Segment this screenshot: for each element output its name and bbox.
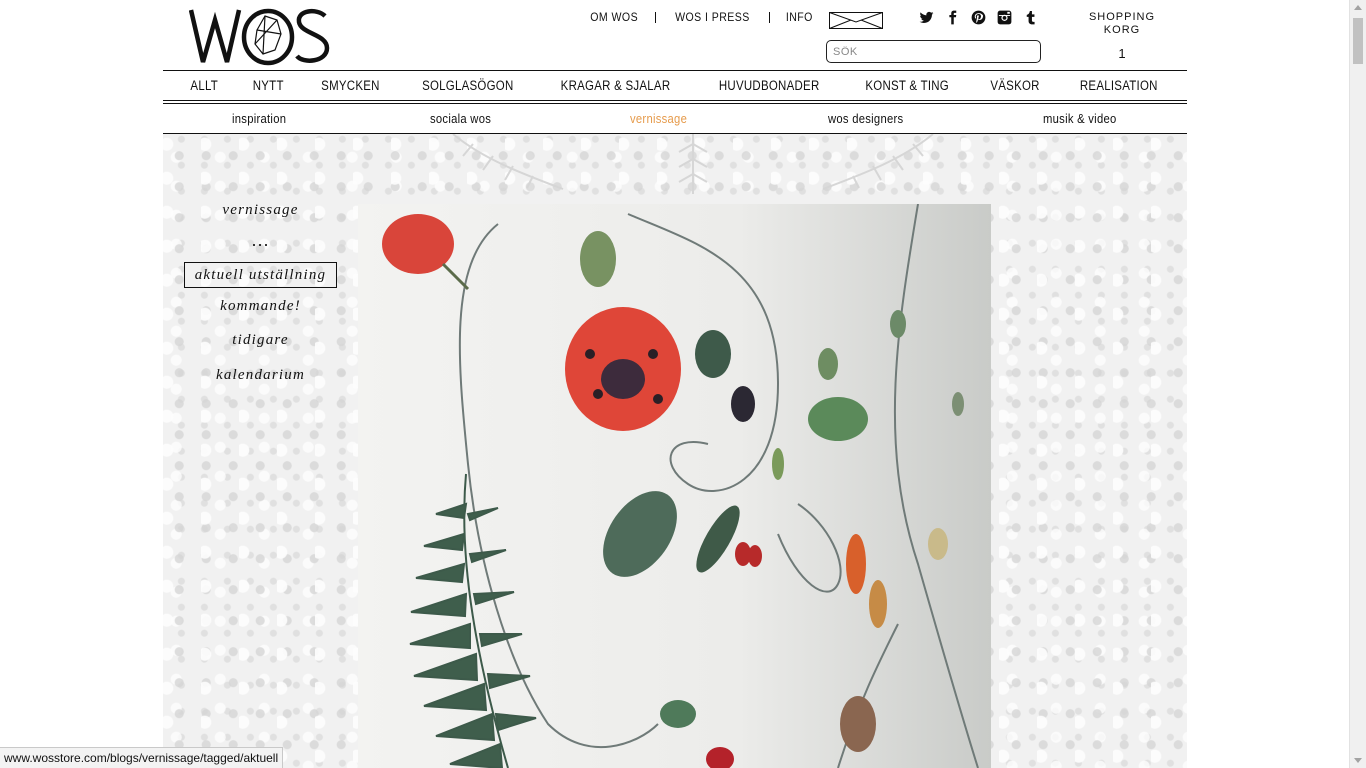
subnav-musik-video[interactable]: musik & video [1043,112,1117,126]
page: OM WOS WOS I PRESS INFO SHOPPING KORG 1 … [163,0,1187,768]
nav-kragar-sjalar[interactable]: KRAGAR & SJALAR [561,78,671,93]
content-area: vernissage ... aktuell utställning komma… [163,134,1187,768]
mail-icon[interactable] [829,12,883,29]
nav-nytt[interactable]: NYTT [253,78,284,93]
nav-allt[interactable]: ALLT [190,78,218,93]
nav-solglasogon[interactable]: SOLGLASÖGON [422,78,513,93]
scroll-up-icon[interactable] [1354,5,1362,10]
browser-status-bar: www.wosstore.com/blogs/vernissage/tagged… [0,747,284,768]
nav-smycken[interactable]: SMYCKEN [321,78,380,93]
subnav-vernissage[interactable]: vernissage [630,112,687,126]
cart-label-line2: KORG [1103,24,1141,36]
top-links: OM WOS WOS I PRESS INFO [573,10,829,24]
side-item-aktuell-utstallning[interactable]: aktuell utställning [184,262,337,288]
site-header: OM WOS WOS I PRESS INFO SHOPPING KORG 1 [163,0,1187,70]
side-menu-heading: vernissage [222,202,299,218]
divider [655,11,657,23]
divider [769,11,771,23]
social-links [919,10,1038,25]
wos-logo[interactable] [189,6,331,66]
fern-decoration [452,134,934,194]
shopping-cart[interactable]: SHOPPING KORG 1 [1081,11,1163,61]
search-input[interactable] [826,40,1041,63]
scroll-thumb[interactable] [1353,18,1363,64]
cart-count: 1 [1118,46,1126,61]
nav-vaskor[interactable]: VÄSKOR [990,78,1039,93]
side-item-tidigare[interactable]: tidigare [163,332,358,349]
subnav-inspiration[interactable]: inspiration [232,112,286,126]
pinterest-icon[interactable] [971,10,986,25]
subnav-sociala-wos[interactable]: sociala wos [430,112,491,126]
twitter-icon[interactable] [919,10,934,25]
nav-realisation[interactable]: REALISATION [1080,78,1158,93]
cart-label-line1: SHOPPING [1088,11,1156,23]
top-link-info[interactable]: INFO [774,10,826,24]
sub-nav: inspiration sociala wos vernissage wos d… [163,104,1187,134]
instagram-icon[interactable] [997,10,1012,25]
side-item-kalendarium[interactable]: kalendarium [163,367,358,384]
page-scrollbar[interactable] [1349,0,1366,768]
side-menu: vernissage ... aktuell utställning komma… [163,134,358,768]
tumblr-icon[interactable] [1023,10,1038,25]
nav-konst-ting[interactable]: KONST & TING [865,78,949,93]
scroll-down-icon[interactable] [1354,758,1362,763]
facebook-icon[interactable] [945,10,960,25]
side-menu-dots: ... [251,230,270,250]
nav-huvudbonader[interactable]: HUVUDBONADER [719,78,820,93]
top-link-wos-i-press[interactable]: WOS I PRESS [663,10,762,24]
side-item-kommande[interactable]: kommande! [163,298,358,315]
exhibition-image [358,204,991,768]
main-nav: ALLT NYTT SMYCKEN SOLGLASÖGON KRAGAR & S… [163,70,1187,101]
top-link-om-wos[interactable]: OM WOS [578,10,650,24]
subnav-wos-designers[interactable]: wos designers [828,112,903,126]
